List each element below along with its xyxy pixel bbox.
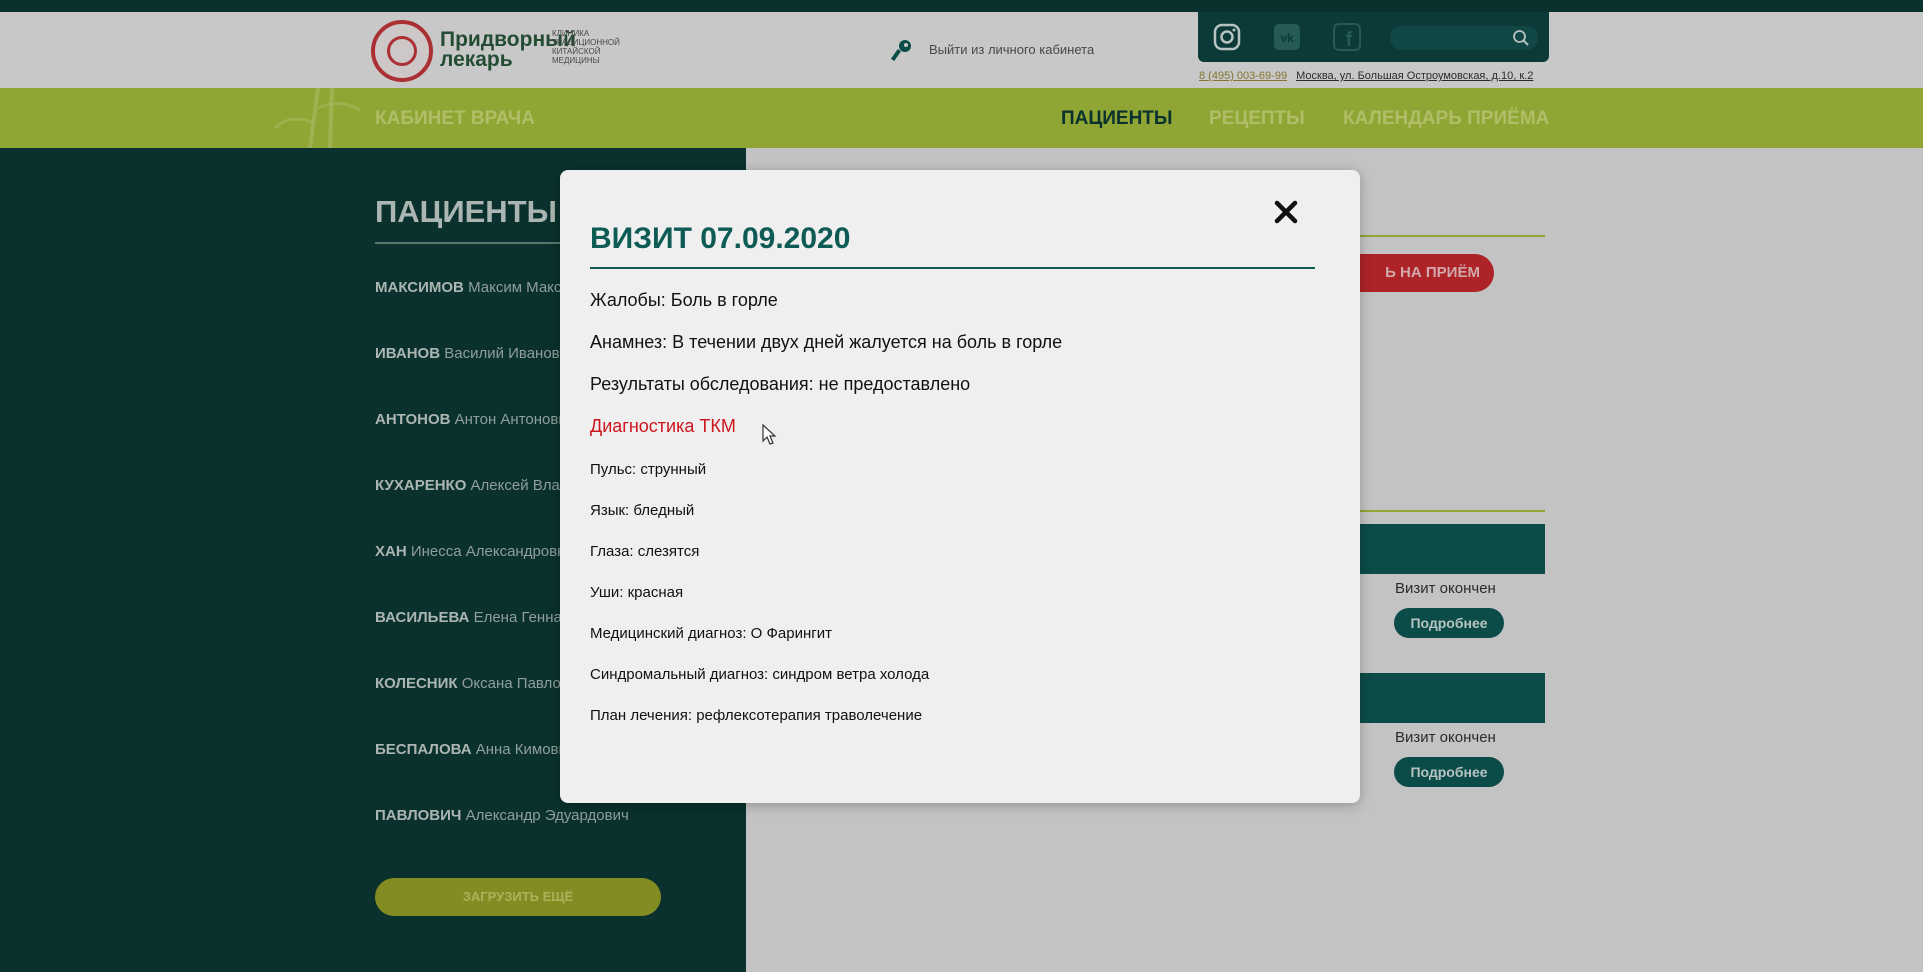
modal-title: ВИЗИТ 07.09.2020 bbox=[590, 222, 851, 255]
anamnesis-text: Анамнез: В течении двух дней жалуется на… bbox=[590, 332, 1063, 352]
ears-text: Уши: красная bbox=[590, 584, 684, 601]
results-text: Результаты обследования: не предоставлен… bbox=[590, 374, 971, 394]
treatment-plan-text: План лечения: рефлексотерапия траволечен… bbox=[590, 707, 923, 724]
medical-diagnosis-text: Медицинский диагноз: О Фарингит bbox=[590, 625, 832, 642]
tcm-diagnostics-heading: Диагностика ТКМ bbox=[590, 416, 736, 436]
complaints-text: Жалобы: Боль в горле bbox=[590, 290, 778, 310]
cursor-icon bbox=[762, 424, 777, 445]
pulse-text: Пульс: струнный bbox=[590, 461, 707, 478]
close-icon[interactable] bbox=[1272, 198, 1300, 226]
tongue-text: Язык: бледный bbox=[590, 502, 695, 519]
visit-modal: ВИЗИТ 07.09.2020 Жалобы: Боль в горле Ан… bbox=[560, 170, 1360, 803]
syndrome-diagnosis-text: Синдромальный диагноз: синдром ветра хол… bbox=[590, 666, 930, 683]
modal-divider bbox=[590, 267, 1315, 269]
eyes-text: Глаза: слезятся bbox=[590, 543, 700, 560]
